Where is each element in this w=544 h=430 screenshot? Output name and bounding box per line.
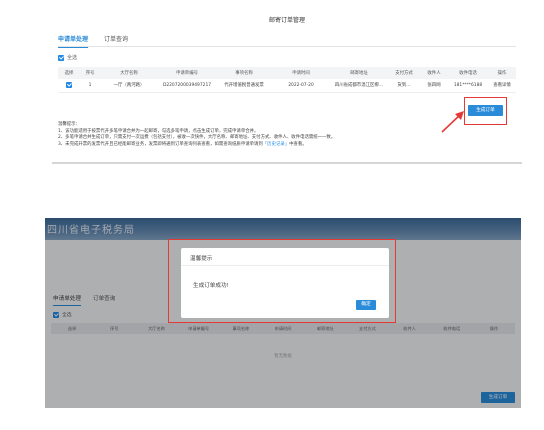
column-header: 收件人	[420, 67, 448, 79]
item-name: 代开增值税普通发票	[216, 79, 272, 93]
annotation-arrow-icon	[441, 111, 464, 133]
column-header: 申请时间	[272, 67, 330, 79]
success-dialog-panel: 四川省电子税务局 申请单处理 订单查询 全选 选择 序号 大厅名称 申请单编号 …	[45, 218, 521, 408]
recipient-phone: 181****6188	[448, 79, 488, 93]
generate-order-button[interactable]: 生成订单	[468, 105, 503, 116]
page-title: 邮寄订单管理	[268, 17, 305, 24]
column-header: 事项名称	[216, 67, 272, 79]
column-header: 大厅名称	[100, 67, 158, 79]
application-number: D2207200039497217	[158, 79, 216, 93]
tab-divider	[58, 46, 516, 47]
select-all[interactable]: 全选	[58, 54, 77, 61]
dialog-divider	[181, 265, 389, 266]
row-checkbox[interactable]	[66, 82, 72, 88]
application-table: 选择 序号 大厅名称 申请单编号 事项名称 申请时间 邮寄地址 支付方式 收件人…	[58, 67, 516, 93]
tip-line: 3、未完成开票的发票代开且已经能邮寄业务，发票即将通到订单查询列表查看，如需查询…	[58, 141, 307, 147]
hall-name: 一厅（两河路）	[100, 79, 158, 93]
tip-line: 2、多笔申请合并生成订单，只需支付一次运费（包括支付），被收一次快件，大厅名称、…	[58, 135, 336, 141]
dialog-message: 生成订单成功!	[193, 283, 229, 289]
recipient: 张四网	[420, 79, 448, 93]
column-header: 支付方式	[388, 67, 420, 79]
column-header: 序号	[80, 67, 100, 79]
dialog-title: 温馨提示	[190, 256, 213, 262]
column-header: 收件电话	[448, 67, 488, 79]
table-row[interactable]: 1 一厅（两河路） D2207200039497217 代开增值税普通发票 20…	[58, 79, 516, 93]
application-time: 2022-07-20	[272, 79, 330, 93]
payment-method: 货到…	[388, 79, 420, 93]
mailing-address: 四川省成都市温江区柳…	[330, 79, 388, 93]
panel-divider	[52, 162, 522, 164]
ok-button[interactable]: 确定	[356, 300, 376, 310]
tips-section: 温馨提示： 1、该功能适用于按票代开多笔申请合并为一起邮寄，勾选多笔申请，点击生…	[58, 122, 335, 148]
view-details-link[interactable]: 查看详情	[488, 79, 516, 93]
history-records-link[interactable]: 「历史记录」	[263, 142, 289, 147]
order-management-panel: 邮寄订单管理 申请单处理 订单查询 全选 选择 序号 大厅名称 申请单编号 事项…	[52, 10, 522, 170]
row-index: 1	[80, 79, 100, 93]
success-dialog: 温馨提示 生成订单成功! 确定	[181, 248, 389, 318]
column-header: 邮寄地址	[330, 67, 388, 79]
tips-title: 温馨提示：	[58, 122, 80, 127]
column-header: 操作	[488, 67, 516, 79]
select-all-label: 全选	[67, 55, 78, 61]
row-select-cell[interactable]	[58, 79, 80, 93]
column-header: 申请单编号	[158, 67, 216, 79]
column-header: 选择	[58, 67, 80, 79]
select-all-checkbox[interactable]	[58, 54, 64, 61]
table-header-row: 选择 序号 大厅名称 申请单编号 事项名称 申请时间 邮寄地址 支付方式 收件人…	[58, 67, 516, 79]
